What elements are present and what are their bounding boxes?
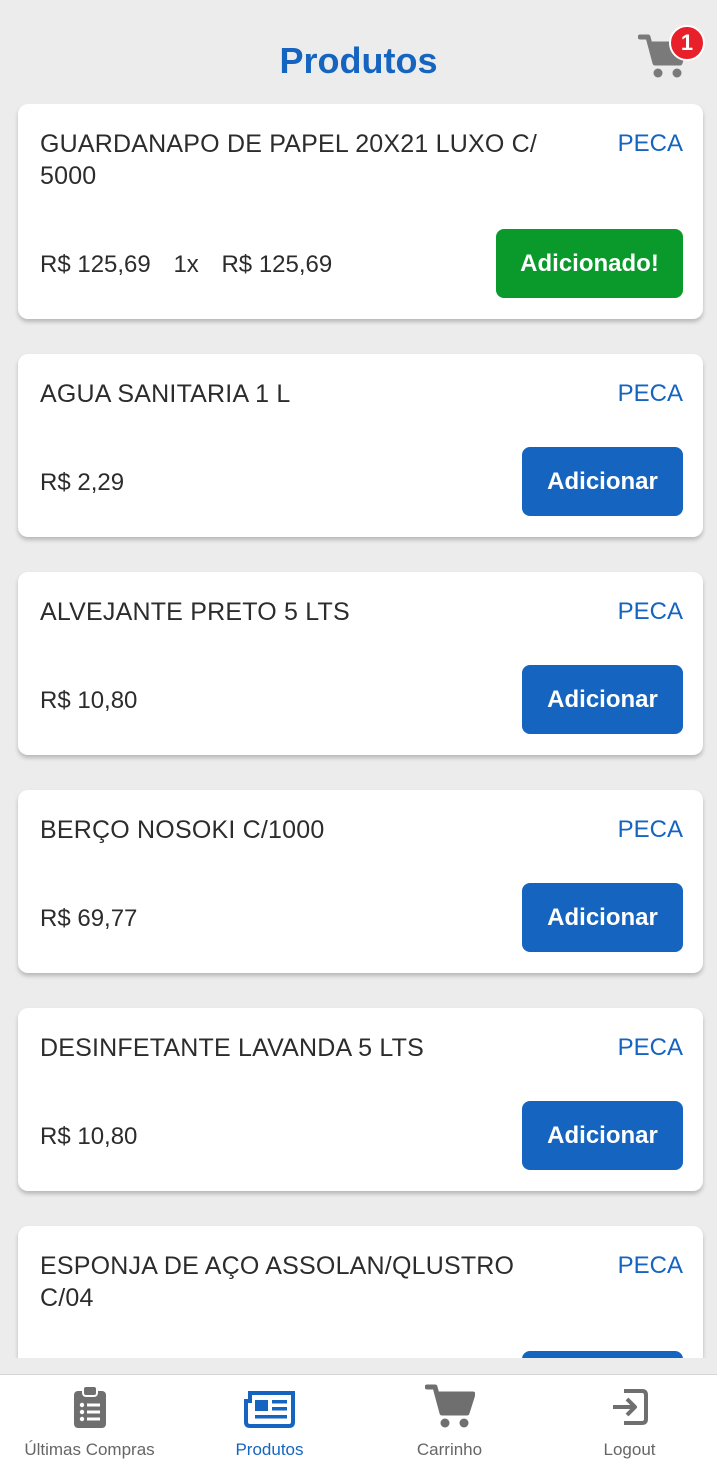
added-button[interactable]: Adicionado! [496, 229, 683, 298]
product-name: DESINFETANTE LAVANDA 5 LTS [40, 1034, 424, 1062]
tab-label: Carrinho [416, 1440, 483, 1459]
add-button[interactable]: Adicionar [522, 665, 683, 734]
tab-ultimas-compras[interactable]: Últimas Compras [0, 1375, 179, 1463]
tab-carrinho[interactable]: Carrinho [360, 1375, 539, 1463]
page-title: Produtos [279, 40, 438, 81]
product-price: R$ 69,77 [40, 905, 138, 932]
product-name: AGUA SANITARIA 1 L [40, 380, 291, 408]
tab-label: Últimas Compras [24, 1440, 155, 1459]
product-quantity: 1x [173, 251, 199, 278]
product-unit: PECA [617, 816, 683, 843]
clipboard-list-icon [73, 1385, 106, 1428]
bottom-navigation: Últimas Compras Produtos Carrinho Logout [0, 1374, 717, 1463]
tab-produtos[interactable]: Produtos [180, 1375, 359, 1463]
product-unit: PECA [617, 380, 683, 407]
app-header: Produtos 1 [0, 0, 717, 104]
product-list[interactable]: GUARDANAPO DE PAPEL 20X21 LUXO C/ 5000 P… [0, 104, 717, 1358]
product-name: BERÇO NOSOKI C/1000 [40, 816, 325, 844]
product-name: ALVEJANTE PRETO 5 LTS [40, 598, 350, 626]
product-unit: PECA [617, 130, 683, 157]
add-button[interactable]: Adicionar [522, 883, 683, 952]
add-button[interactable]: Adicionar [522, 447, 683, 516]
product-unit: PECA [617, 1034, 683, 1061]
product-card: ESPONJA DE AÇO ASSOLAN/QLUSTRO C/04 PECA [18, 1226, 703, 1358]
add-button[interactable]: Adicionar [522, 1101, 683, 1170]
tab-label: Logout [603, 1440, 656, 1459]
newspaper-icon [243, 1391, 295, 1428]
product-price: R$ 10,80 [40, 1123, 138, 1150]
cart-icon [424, 1384, 475, 1428]
product-card: ALVEJANTE PRETO 5 LTS PECA R$ 10,80 Adic… [18, 572, 703, 755]
product-price: R$ 125,69 [40, 251, 151, 278]
product-name: ESPONJA DE AÇO ASSOLAN/QLUSTRO C/04 [40, 1252, 515, 1312]
tab-label: Produtos [235, 1440, 304, 1459]
product-card: DESINFETANTE LAVANDA 5 LTS PECA R$ 10,80… [18, 1008, 703, 1191]
tab-logout[interactable]: Logout [540, 1375, 717, 1463]
product-name: GUARDANAPO DE PAPEL 20X21 LUXO C/ 5000 [40, 130, 538, 190]
product-unit: PECA [617, 1252, 683, 1279]
product-card: GUARDANAPO DE PAPEL 20X21 LUXO C/ 5000 P… [18, 104, 703, 319]
product-price-line: R$ 125,69 1x R$ 125,69 [40, 249, 348, 281]
product-total: R$ 125,69 [221, 251, 333, 278]
product-unit: PECA [617, 598, 683, 625]
product-price: R$ 10,80 [40, 687, 138, 714]
product-card: AGUA SANITARIA 1 L PECA R$ 2,29 Adiciona… [18, 354, 703, 537]
logout-icon [612, 1389, 648, 1425]
add-button[interactable] [522, 1351, 683, 1358]
cart-count-badge: 1 [669, 25, 705, 61]
product-card: BERÇO NOSOKI C/1000 PECA R$ 69,77 Adicio… [18, 790, 703, 973]
product-price: R$ 2,29 [40, 469, 125, 496]
